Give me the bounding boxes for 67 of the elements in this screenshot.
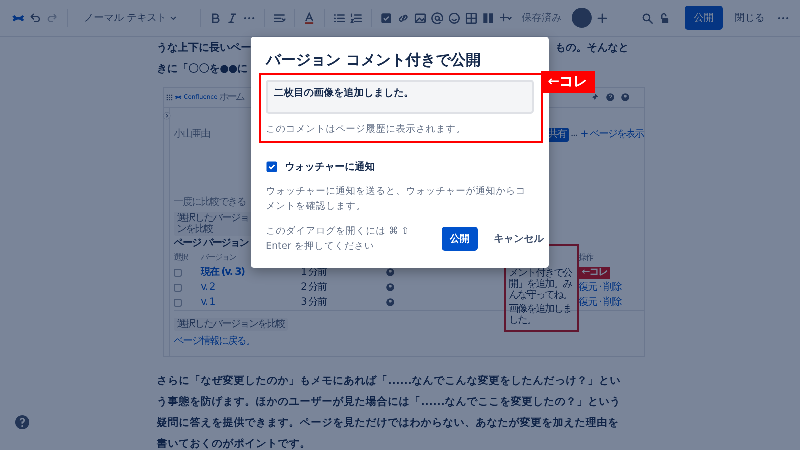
align-icon[interactable] — [273, 12, 286, 24]
image-icon[interactable] — [414, 12, 428, 24]
action-link[interactable]: 復元 · 削除 — [579, 296, 644, 308]
section-heading: ページ バージョン — [174, 238, 248, 250]
checkbox[interactable] — [174, 284, 182, 292]
emoji-icon[interactable] — [448, 12, 462, 24]
user-icon — [621, 93, 630, 102]
help-icon[interactable] — [15, 415, 30, 430]
user-icon — [386, 298, 395, 307]
action-link[interactable]: 復元 · 削除 — [579, 282, 644, 294]
logo-icon — [175, 94, 182, 101]
italic-icon[interactable] — [226, 12, 240, 24]
bullet-list-icon[interactable] — [333, 12, 346, 24]
comment-text: 画像を追加しました。 — [509, 304, 573, 326]
avatar — [572, 8, 592, 28]
paragraph-text: うな上下に長いペー — [157, 41, 252, 56]
redo-icon[interactable] — [46, 12, 59, 24]
description-text: ウォッチャーに通知を送ると、ウォッチャーが通知からコメントを確認します。 — [266, 185, 527, 214]
plus-icon[interactable] — [596, 12, 610, 24]
checkbox[interactable] — [174, 268, 182, 276]
numbered-list-icon[interactable] — [350, 12, 364, 24]
version-link[interactable]: v. 2 — [201, 282, 301, 294]
dialog-title: バージョン コメント付きで公開 — [266, 51, 482, 70]
nav-item[interactable]: ホーム — [220, 92, 244, 104]
field-hint: このコメントはページ履歴に表示されます。 — [266, 123, 467, 136]
search-icon[interactable] — [641, 12, 654, 24]
shortcut-hint: このダイアログを開くには ⌘ ⇧ Enter を押してください — [266, 225, 410, 254]
columns-icon[interactable] — [482, 12, 496, 24]
annotation-label: ←コレ — [541, 71, 595, 93]
user-icon — [386, 283, 395, 292]
undo-icon[interactable] — [29, 12, 42, 24]
author-name: 小山亜由 — [174, 129, 210, 141]
table-cell-text: 2 分前 — [301, 282, 328, 294]
pin-icon — [591, 93, 600, 102]
checkbox-icon[interactable] — [380, 12, 394, 24]
column-header: 選択 — [174, 252, 190, 264]
column-header: バージョン — [201, 252, 238, 264]
view-page-link[interactable]: + ページを表示 — [580, 129, 644, 141]
compare-note: 一度に比較できる — [174, 197, 246, 209]
grid-icon — [166, 94, 173, 101]
table-icon[interactable] — [465, 12, 478, 24]
compare-button[interactable]: 選択したバージョンを比較 — [174, 212, 254, 236]
column-header: 操作 — [579, 252, 594, 264]
paragraph-text: きに「〇〇を●●に — [157, 62, 248, 77]
cancel-button[interactable]: キャンセル — [486, 227, 552, 251]
compare-button[interactable]: 選択したバージョンを比較 — [174, 318, 288, 331]
comment-text: メント付きで公開」を追加。みんな守ってね。 — [509, 268, 574, 301]
annotation-label: ←コレ — [579, 266, 610, 278]
version-link[interactable]: 現在 (v. 3) — [201, 266, 301, 278]
paragraph-text: さらに「なぜ変更したのか」もメモにあれば「......なんでこんな変更をしたんだっけ？」という事態を防げます。ほかのユーザーが見た場合には「......なんでここを変更したの？」という疑問に答えを提供できます。ページを見ただけではわからない、あなたが変更を加えた理由を書いておくのがポイントです。 — [157, 374, 622, 450]
save-status: 保存済み — [522, 12, 562, 25]
text-color-icon[interactable] — [303, 12, 316, 24]
checkbox[interactable] — [174, 298, 182, 306]
publish-button[interactable]: 公開 — [442, 227, 478, 251]
comment-field[interactable]: 二枚目の画像を追加しました。 — [266, 80, 534, 114]
plus-icon[interactable] — [499, 12, 512, 24]
back-link[interactable]: ページ情報に戻る。 — [174, 336, 644, 348]
publish-button[interactable]: 公開 — [685, 6, 723, 30]
version-link[interactable]: v. 1 — [201, 296, 301, 308]
at-icon[interactable] — [431, 12, 444, 24]
checkbox-label: ウォッチャーに通知 — [285, 160, 375, 174]
checkbox[interactable] — [266, 161, 278, 173]
paragraph-text: もの。そんなと — [556, 41, 629, 56]
close-button[interactable]: 閉じる — [727, 6, 773, 30]
help-icon — [606, 93, 615, 102]
table-cell-text: 3 分前 — [301, 296, 328, 308]
text-style-dropdown[interactable]: ノーマル テキスト — [76, 6, 186, 30]
